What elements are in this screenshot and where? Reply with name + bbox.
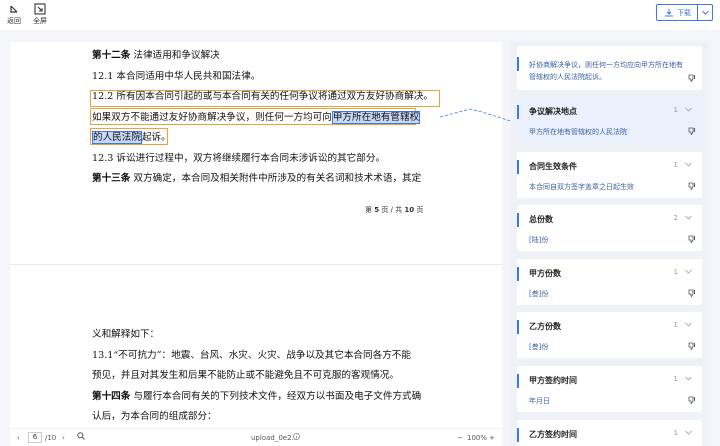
card-accent-bar xyxy=(517,57,519,71)
card-accent-bar xyxy=(517,105,519,119)
chevron-down-icon[interactable] xyxy=(685,430,692,435)
download-options-button[interactable] xyxy=(698,5,712,20)
doc-line: 13.1“不可抗力”：地震、台风、水灾、火灾、战争以及其它本合同各方不能 xyxy=(92,349,411,361)
card-title: 争议解决地点 xyxy=(529,107,577,116)
card-accent-bar xyxy=(517,267,519,281)
doc-line: 第十四条 与履行本合同有关的下列技术文件，经双方以书面及电子文件方式确 xyxy=(92,390,422,402)
zoom-level: 100% xyxy=(467,434,488,442)
page-total: /10 xyxy=(45,434,57,442)
card-title: 乙方份数 xyxy=(529,322,561,331)
download-group: 下载 xyxy=(656,4,713,21)
card-accent-bar xyxy=(517,428,519,442)
dislike-icon[interactable] xyxy=(688,74,696,82)
page-input[interactable]: 6 xyxy=(28,431,42,443)
prev-page-icon[interactable]: ‹ xyxy=(17,432,20,444)
card-count: 2 xyxy=(673,214,678,222)
doc-line: 义和解释如下： xyxy=(92,329,160,340)
extraction-card[interactable]: 合同生效条件 1 本合同自双方签字盖章之日起生效 xyxy=(517,152,702,198)
card-title: 甲方份数 xyxy=(529,269,561,278)
extraction-card-partial[interactable]: 好协商解决争议，则任何一方均应向甲方所在地有管辖权的人民法院起诉。 xyxy=(517,46,702,90)
card-value: [叁]份 xyxy=(529,290,549,298)
doc-line: 预见，并且对其发生和后果不能防止或不能避免且不可克服的客观情况。 xyxy=(92,370,399,381)
doc-line: 12.2 所有因本合同引起的或与本合同有关的任何争议将通过双方友好协商解决。 xyxy=(92,91,434,102)
back-label: 返回 xyxy=(7,17,21,25)
card-title: 总份数 xyxy=(529,215,553,224)
card-value: [陆]份 xyxy=(529,236,549,244)
doc-line: 如果双方不能通过友好协商解决争议，则任何一方均可向甲方所在地有管辖权 xyxy=(92,110,421,124)
download-button[interactable]: 下载 xyxy=(657,5,698,20)
doc-line: 第十三条 双方确定，本合同及相关附件中所涉及的有关名词和技术术语，其定 xyxy=(92,173,422,184)
fullscreen-label: 全屏 xyxy=(33,17,47,25)
card-accent-bar xyxy=(517,160,519,174)
card-accent-bar xyxy=(517,374,519,388)
dislike-icon[interactable] xyxy=(688,182,696,190)
fullscreen-button[interactable]: 全屏 xyxy=(28,3,52,25)
next-page-icon[interactable]: › xyxy=(62,432,65,444)
zoom-out-button[interactable]: − xyxy=(457,432,463,444)
extraction-card[interactable]: 总份数 2 [陆]份 xyxy=(517,205,702,251)
download-icon xyxy=(665,8,673,16)
chevron-down-icon xyxy=(701,10,709,15)
chevron-down-icon[interactable] xyxy=(685,322,692,327)
extraction-card[interactable]: 争议解决地点 1 甲方所在地有管辖权的人民法院 xyxy=(517,97,702,143)
dislike-icon[interactable] xyxy=(688,396,696,404)
back-button[interactable]: 返回 xyxy=(2,3,26,25)
card-title: 甲方签约时间 xyxy=(529,376,577,385)
card-count: 1 xyxy=(673,106,678,114)
top-toolbar: 返回 全屏 下载 xyxy=(0,0,720,30)
card-value: 甲方所在地有管辖权的人民法院 xyxy=(529,128,627,136)
card-title: 乙方签约时间 xyxy=(529,430,577,439)
viewer-bottom-bar: ‹ 6 /10 › upload_0e2... − 100% + xyxy=(10,428,502,446)
dislike-icon[interactable] xyxy=(688,235,696,243)
card-value: [叁]份 xyxy=(529,343,549,351)
card-accent-bar xyxy=(517,320,519,334)
dislike-icon[interactable] xyxy=(688,127,696,135)
back-arrow-icon xyxy=(10,5,18,13)
card-count: 1 xyxy=(673,375,678,383)
card-count: 1 xyxy=(673,429,678,437)
card-count: 1 xyxy=(673,268,678,276)
page-footer: 第 5 页 / 共 10 页 xyxy=(365,206,424,214)
card-count: 1 xyxy=(673,321,678,329)
card-value: 年月日 xyxy=(529,397,550,405)
search-icon[interactable] xyxy=(77,432,85,444)
fullscreen-icon xyxy=(34,3,46,15)
card-value: 本合同自双方签字盖章之日起生效 xyxy=(529,183,634,191)
chevron-down-icon[interactable] xyxy=(685,269,692,274)
extraction-card[interactable]: 甲方签约时间 1 年月日 xyxy=(517,366,702,412)
doc-line: 12.1 本合同适用中华人民共和国法律。 xyxy=(92,70,261,82)
download-label: 下载 xyxy=(677,8,691,17)
chevron-down-icon[interactable] xyxy=(685,215,692,220)
extraction-card[interactable]: 乙方份数 1 [叁]份 xyxy=(517,312,702,358)
zoom-in-button[interactable]: + xyxy=(489,432,495,444)
extraction-card[interactable]: 甲方份数 1 [叁]份 xyxy=(517,259,702,305)
extraction-panel[interactable]: 好协商解决争议，则任何一方均应向甲方所在地有管辖权的人民法院起诉。 争议解决地点… xyxy=(511,42,708,446)
card-accent-bar xyxy=(517,213,519,227)
dislike-icon[interactable] xyxy=(688,342,696,350)
info-icon[interactable] xyxy=(293,432,300,444)
card-value: 好协商解决争议，则任何一方均应向甲方所在地有管辖权的人民法院起诉。 xyxy=(529,61,683,81)
dislike-icon[interactable] xyxy=(688,289,696,297)
card-count: 1 xyxy=(673,161,678,169)
chevron-down-icon[interactable] xyxy=(685,162,692,167)
document-viewer[interactable]: 第十二条 法律适用和争议解决 12.1 本合同适用中华人民共和国法律。 12.2… xyxy=(10,42,502,446)
page-6-text: 义和解释如下： 13.1“不可抗力”：地震、台风、水灾、火灾、战争以及其它本合同… xyxy=(92,325,432,428)
doc-line: 认后，为本合同的组成部分： xyxy=(92,411,217,422)
chevron-down-icon[interactable] xyxy=(685,376,692,381)
chevron-down-icon[interactable] xyxy=(685,107,692,112)
extraction-card[interactable]: 乙方签约时间 1 xyxy=(517,420,702,446)
selected-text[interactable]: 的人民法院 xyxy=(92,131,142,144)
page-5-text: 第十二条 法律适用和争议解决 12.1 本合同适用中华人民共和国法律。 12.2… xyxy=(92,46,434,190)
doc-line: 的人民法院起诉。 xyxy=(92,131,171,144)
page-separator xyxy=(10,264,502,265)
doc-line: 第十二条 法律适用和争议解决 xyxy=(92,50,220,61)
card-title: 合同生效条件 xyxy=(529,162,577,171)
selected-text[interactable]: 甲方所在地有管辖权 xyxy=(331,110,421,124)
filename: upload_0e2... xyxy=(251,434,299,442)
doc-line: 12.3 诉讼进行过程中，双方将继续履行本合同未涉诉讼的其它部分。 xyxy=(92,152,386,164)
